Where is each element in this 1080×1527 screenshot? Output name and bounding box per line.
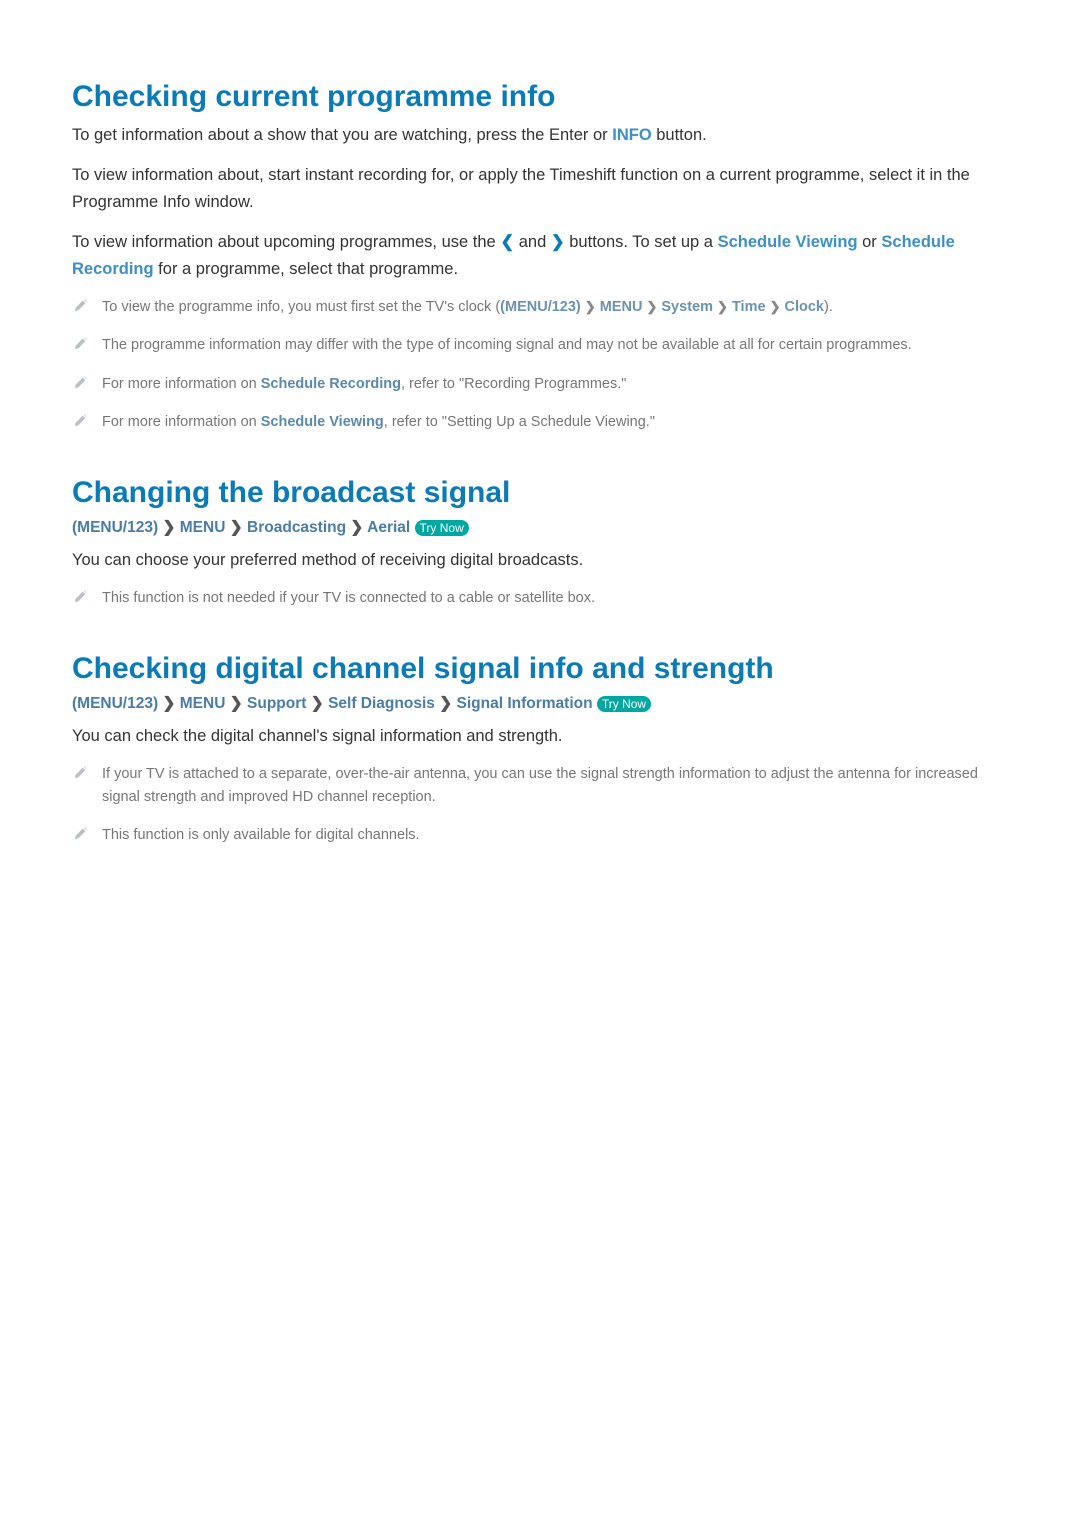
chevron-right-icon: ❯ xyxy=(311,694,324,713)
menu-path-item: Aerial xyxy=(367,519,410,536)
chevron-right-icon: ❯ xyxy=(717,297,728,317)
menu-path-item: Support xyxy=(247,695,306,712)
menu-path-item: Signal Information xyxy=(457,695,593,712)
note-clock-setup: To view the programme info, you must fir… xyxy=(102,296,1008,318)
note-digital-only: This function is only available for digi… xyxy=(102,824,1008,846)
menu-path-signal: (MENU/123) ❯ MENU ❯ Support ❯ Self Diagn… xyxy=(72,694,1008,713)
chevron-right-icon: ❯ xyxy=(551,229,565,255)
heading-programme-info: Checking current programme info xyxy=(72,80,1008,114)
section-programme-info: Checking current programme info To get i… xyxy=(72,80,1008,434)
menu-path-item: (MENU/123) xyxy=(72,695,158,712)
pencil-icon xyxy=(74,336,88,350)
note-cable-satellite: This function is not needed if your TV i… xyxy=(102,587,1008,609)
section-broadcast-signal: Changing the broadcast signal (MENU/123)… xyxy=(72,476,1008,610)
menu-path-broadcast: (MENU/123) ❯ MENU ❯ Broadcasting ❯ Aeria… xyxy=(72,518,1008,537)
chevron-right-icon: ❯ xyxy=(585,297,596,317)
chevron-left-icon: ❮ xyxy=(500,229,514,255)
chevron-right-icon: ❯ xyxy=(230,694,243,713)
pencil-icon xyxy=(74,589,88,603)
para-receiving-method: You can choose your preferred method of … xyxy=(72,547,1008,573)
chevron-right-icon: ❯ xyxy=(162,518,175,537)
note-schedule-recording: For more information on Schedule Recordi… xyxy=(102,373,1008,395)
pencil-icon xyxy=(74,375,88,389)
heading-digital-signal: Checking digital channel signal info and… xyxy=(72,652,1008,686)
pencil-icon xyxy=(74,298,88,312)
try-now-button[interactable]: Try Now xyxy=(597,696,651,712)
pencil-icon xyxy=(74,765,88,779)
info-button-label: INFO xyxy=(612,126,651,144)
para-info-button: To get information about a show that you… xyxy=(72,122,1008,148)
menu-path-item: (MENU/123) xyxy=(500,299,581,315)
menu-path-item: (MENU/123) xyxy=(72,519,158,536)
chevron-right-icon: ❯ xyxy=(162,694,175,713)
schedule-recording-ref: Schedule Recording xyxy=(261,376,401,392)
para-check-signal: You can check the digital channel's sign… xyxy=(72,723,1008,749)
note-antenna-adjust: If your TV is attached to a separate, ov… xyxy=(102,763,1008,808)
section-digital-signal: Checking digital channel signal info and… xyxy=(72,652,1008,847)
chevron-right-icon: ❯ xyxy=(439,694,452,713)
menu-path-item: MENU xyxy=(180,519,226,536)
para-programme-info-window: To view information about, start instant… xyxy=(72,162,1008,215)
note-list-1: To view the programme info, you must fir… xyxy=(72,296,1008,434)
schedule-viewing-link: Schedule Viewing xyxy=(718,233,858,251)
menu-path-item: Clock xyxy=(785,299,825,315)
note-list-3: If your TV is attached to a separate, ov… xyxy=(72,763,1008,846)
try-now-button[interactable]: Try Now xyxy=(415,520,469,536)
chevron-right-icon: ❯ xyxy=(350,518,363,537)
para-schedule-viewing: To view information about upcoming progr… xyxy=(72,229,1008,282)
menu-path-item: System xyxy=(661,299,713,315)
menu-path-item: MENU xyxy=(180,695,226,712)
menu-path-item: Broadcasting xyxy=(247,519,346,536)
note-list-2: This function is not needed if your TV i… xyxy=(72,587,1008,609)
chevron-right-icon: ❯ xyxy=(646,297,657,317)
chevron-right-icon: ❯ xyxy=(770,297,781,317)
heading-broadcast-signal: Changing the broadcast signal xyxy=(72,476,1008,510)
menu-path-item: Time xyxy=(732,299,766,315)
pencil-icon xyxy=(74,826,88,840)
note-schedule-viewing: For more information on Schedule Viewing… xyxy=(102,411,1008,433)
note-signal-differ: The programme information may differ wit… xyxy=(102,334,1008,356)
schedule-viewing-ref: Schedule Viewing xyxy=(261,414,384,430)
pencil-icon xyxy=(74,413,88,427)
chevron-right-icon: ❯ xyxy=(230,518,243,537)
menu-path-item: Self Diagnosis xyxy=(328,695,435,712)
menu-path-item: MENU xyxy=(600,299,643,315)
